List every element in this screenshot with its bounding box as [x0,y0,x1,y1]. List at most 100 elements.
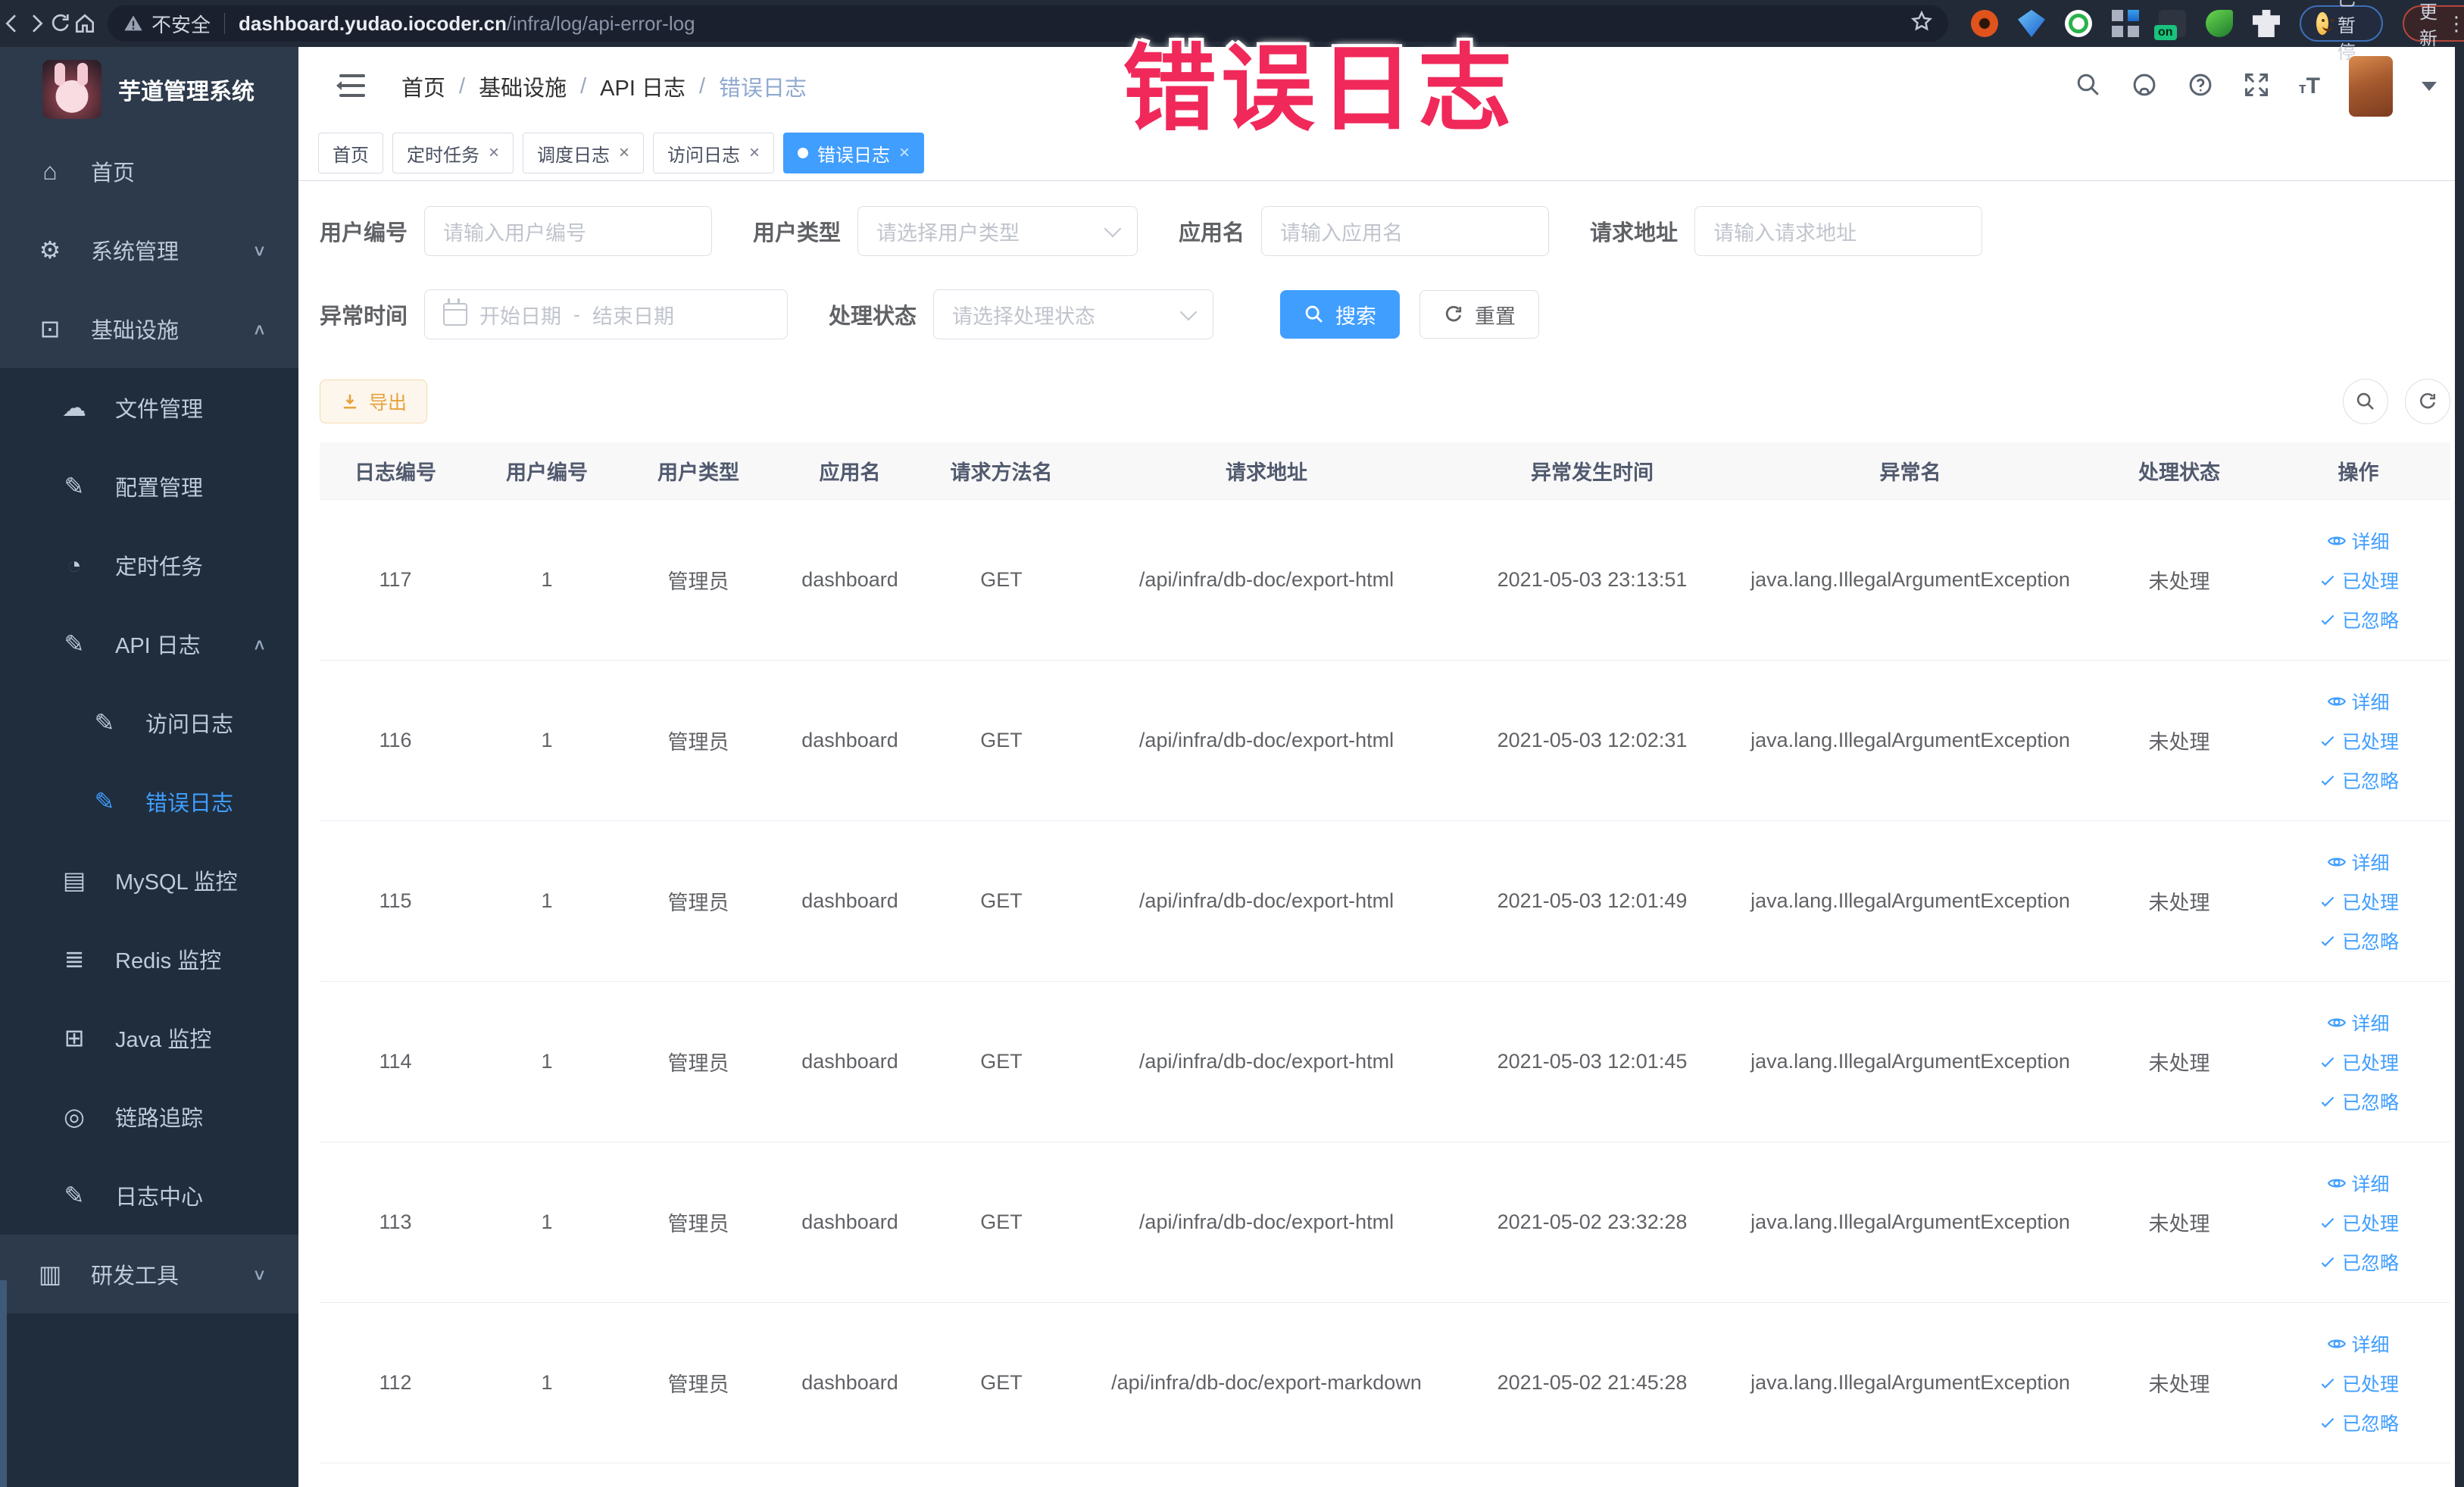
sidebar-item-研发工具[interactable]: ▥ 研发工具 ∨ [0,1235,298,1314]
app-name-cell: dashboard [801,889,898,912]
detail-link[interactable]: 详细 [2327,1009,2390,1036]
sidebar-item-API 日志[interactable]: ✎ API 日志 ∧ [0,604,298,683]
tag-tab-访问日志[interactable]: 访问日志 × [653,133,775,173]
github-icon[interactable] [2131,71,2158,102]
processed-link[interactable]: 已处理 [2318,888,2399,915]
sidebar-logo-row[interactable]: 芋道管理系统 [0,47,298,132]
extension-badge: on [2154,25,2177,40]
sidebar-item-Redis 监控[interactable]: ≣ Redis 监控 [0,920,298,998]
sidebar-scrollbar[interactable] [0,1280,7,1487]
address-bar[interactable]: 不安全 dashboard.yudao.iocoder.cn/infra/log… [108,5,1948,42]
sidebar-item-访问日志[interactable]: ✎ 访问日志 [0,683,298,762]
breadcrumb: 首页 / 基础设施 / API 日志 / 错误日志 [401,70,807,102]
gem-extension-icon[interactable] [2018,10,2045,37]
ignored-link[interactable]: 已忽略 [2318,1248,2399,1276]
orange-extension-icon[interactable] [1971,10,1998,37]
reset-button[interactable]: 重置 [1419,290,1540,339]
processed-link[interactable]: 已处理 [2318,1048,2399,1076]
sidebar-item-错误日志[interactable]: ✎ 错误日志 [0,762,298,841]
refresh-table-button[interactable] [2405,379,2450,424]
sidebar-item-基础设施[interactable]: ⊡ 基础设施 ∧ [0,289,298,368]
log-id-cell: 117 [379,568,412,591]
detail-link[interactable]: 详细 [2327,527,2390,555]
processed-link[interactable]: 已处理 [2318,567,2399,594]
check-icon [2321,1257,2334,1267]
user-id-cell: 1 [541,1211,553,1233]
help-icon[interactable] [2187,71,2214,102]
forward-icon[interactable] [24,7,48,40]
close-icon[interactable]: × [899,142,910,164]
detail-link[interactable]: 详细 [2327,688,2390,715]
ignored-link[interactable]: 已忽略 [2318,1088,2399,1115]
api-log-icon: ✎ [64,630,85,658]
sidebar-collapse-icon[interactable] [332,73,365,100]
processed-link[interactable]: 已处理 [2318,1370,2399,1397]
sidebar-item-首页[interactable]: ⌂ 首页 [0,132,298,211]
check-extension-icon[interactable] [2065,10,2092,37]
search-icon[interactable] [2075,71,2102,102]
ignored-link[interactable]: 已忽略 [2318,606,2399,633]
fullscreen-icon[interactable] [2243,71,2270,102]
tag-tab-调度日志[interactable]: 调度日志 × [523,133,645,173]
detail-link[interactable]: 详细 [2327,1170,2390,1197]
actions-cell: 详细 已处理 已忽略 [2266,1170,2450,1276]
ignored-link[interactable]: 已忽略 [2318,1409,2399,1436]
processed-link[interactable]: 已处理 [2318,727,2399,754]
close-icon[interactable]: × [749,142,760,164]
sidebar-item-系统管理[interactable]: ⚙ 系统管理 ∨ [0,211,298,289]
sidebar-item-链路追踪[interactable]: ◎ 链路追踪 [0,1077,298,1156]
processed-link[interactable]: 已处理 [2318,1209,2399,1236]
user-id-input[interactable]: 请输入用户编号 [424,206,713,256]
action-label: 已处理 [2341,892,2399,914]
annotation-overlay-text: 错误日志 [1123,37,1517,142]
log-id-cell: 115 [379,889,412,912]
process-status-select[interactable]: 请选择处理状态 [933,289,1214,339]
table-settings-group [2326,379,2450,424]
tag-tab-首页[interactable]: 首页 [318,133,383,173]
git-extension-icon[interactable]: on [2154,10,2186,40]
sidebar-item-配置管理[interactable]: ✎ 配置管理 [0,447,298,526]
user-id-cell: 1 [541,889,553,912]
sidebar-item-文件管理[interactable]: ☁ 文件管理 [0,368,298,447]
reload-icon[interactable] [48,7,73,40]
ignored-link[interactable]: 已忽略 [2318,767,2399,794]
sidebar-item-Java 监控[interactable]: ⊞ Java 监控 [0,998,298,1077]
security-chip[interactable]: 不安全 [123,10,211,38]
sidebar-item-定时任务[interactable]: ◔ 定时任务 [0,526,298,604]
action-label: 详细 [2351,1013,2390,1035]
sidebar-item-label: 基础设施 [91,319,180,343]
tag-tab-错误日志[interactable]: 错误日志 × [783,133,925,173]
ignored-link[interactable]: 已忽略 [2318,927,2399,954]
paused-extension-pill[interactable]: 已暂停 [2300,0,2383,63]
search-button[interactable]: 搜索 [1280,290,1401,339]
request-url-input[interactable]: 请输入请求地址 [1694,206,1983,256]
search-icon [1305,305,1323,323]
puzzle-extension-icon[interactable] [2253,10,2280,37]
detail-link[interactable]: 详细 [2327,1330,2390,1357]
font-size-icon[interactable]: тT [2299,73,2320,99]
bookmark-star-icon[interactable] [1910,10,1933,38]
chevron-down-icon[interactable] [2422,82,2437,98]
close-icon[interactable]: × [619,142,629,164]
close-icon[interactable]: × [489,142,499,164]
browser-menu-icon[interactable]: ⋮ [2447,12,2464,36]
user-type-select[interactable]: 请选择用户类型 [857,206,1138,256]
breadcrumb-item[interactable]: API 日志 [600,70,685,102]
toggle-search-button[interactable] [2343,379,2388,424]
sidebar-item-MySQL 监控[interactable]: ▤ MySQL 监控 [0,841,298,920]
breadcrumb-item[interactable]: 首页 [401,70,445,102]
export-button[interactable]: 导出 [320,380,428,423]
back-icon[interactable] [0,7,24,40]
blocks-extension-icon[interactable] [2112,10,2139,37]
detail-link[interactable]: 详细 [2327,848,2390,876]
sidebar-item-日志中心[interactable]: ✎ 日志中心 [0,1156,298,1235]
update-button[interactable]: 更新 ⋮ [2403,2,2464,49]
leaf-extension-icon[interactable] [2206,10,2233,37]
home-icon[interactable] [73,7,97,40]
avatar[interactable] [2349,56,2393,117]
breadcrumb-item[interactable]: 基础设施 [479,70,567,102]
app-name-input[interactable]: 请输入应用名 [1261,206,1550,256]
date-range-picker[interactable]: 开始日期 - 结束日期 [424,289,789,339]
sidebar-item-label: 日志中心 [115,1186,204,1210]
tag-tab-定时任务[interactable]: 定时任务 × [392,133,514,173]
